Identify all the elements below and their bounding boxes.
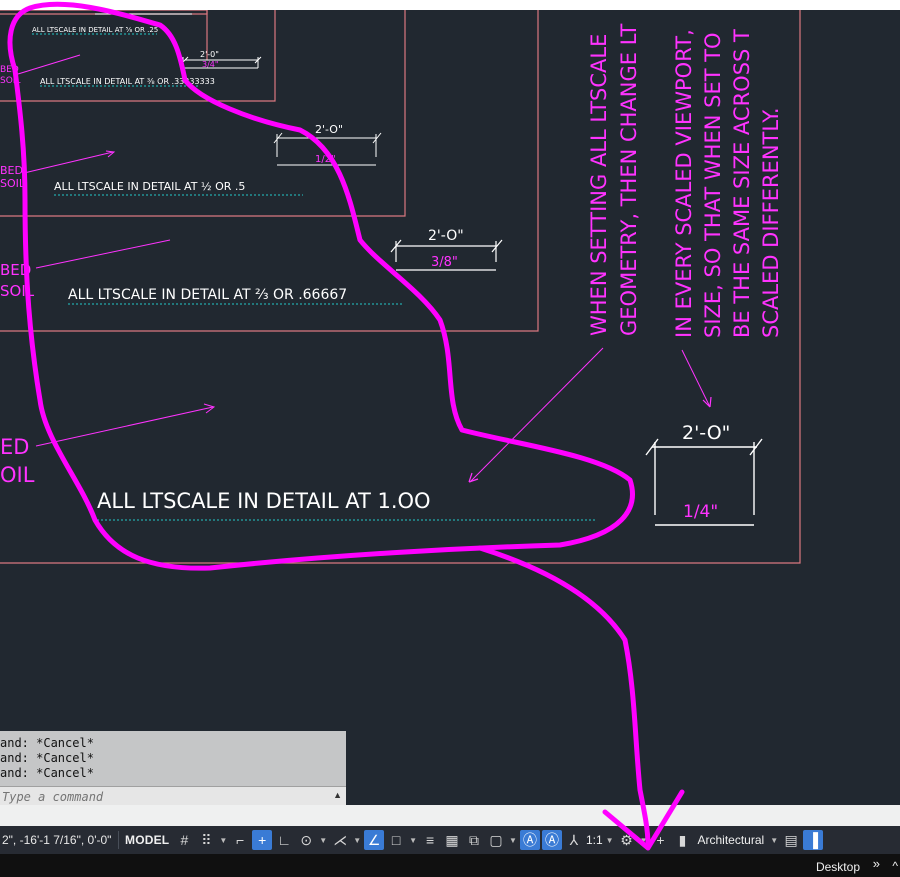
note-2-line-3: BE THE SAME SIZE ACROSS T (730, 29, 754, 338)
command-history: and: *Cancel* and: *Cancel* and: *Cancel… (0, 731, 346, 786)
isodraft-icon[interactable]: ⋌ (330, 830, 350, 850)
dim-2-bottom: 1/2" (315, 154, 336, 165)
units-dropdown-icon[interactable]: ▼ (770, 836, 778, 845)
leader-4 (35, 406, 214, 447)
object-snap-icon[interactable]: □ (386, 830, 406, 850)
note-2-line-2: SIZE, SO THAT WHEN SET TO (701, 32, 725, 338)
command-input[interactable] (0, 787, 324, 807)
left-label-2-l2: SOIL (0, 177, 26, 190)
polar-icon[interactable]: ⊙ (296, 830, 316, 850)
ortho-icon[interactable]: ∟ (274, 830, 294, 850)
expand-chevron-icon[interactable]: » (873, 856, 880, 871)
left-label-4-l2: OIL (0, 463, 35, 487)
dim-3-bottom: 3/8" (431, 255, 458, 270)
dim-4-bottom: 1/4" (683, 502, 718, 522)
note-1: WHEN SETTING ALL LTSCALE GEOMETRY, THEN … (587, 23, 641, 336)
leader-1 (17, 54, 81, 75)
dim-3-top: 2'-O" (428, 228, 464, 244)
command-history-line: and: *Cancel* (0, 766, 94, 780)
leader-2 (23, 151, 114, 174)
command-history-line: and: *Cancel* (0, 751, 94, 765)
auto-scale-icon[interactable]: Ⓐ (541, 830, 562, 850)
annotation-visibility-icon[interactable]: Ⓐ (519, 830, 540, 850)
grid-icon[interactable]: # (174, 830, 194, 850)
quick-properties-icon[interactable]: ▤ (781, 830, 801, 850)
model-space-button[interactable]: MODEL (121, 833, 173, 847)
note-2-line-1: IN EVERY SCALED VIEWPORT, (672, 29, 696, 338)
snap-dropdown-icon[interactable]: ▼ (219, 836, 227, 845)
annotation-scale-icon[interactable]: ⅄ (564, 830, 584, 850)
left-label-2-l1: BED (0, 164, 23, 177)
viewport-frame-5 (0, 10, 539, 332)
annotation-scale-dropdown-icon[interactable]: ▼ (606, 836, 614, 845)
annotation-scale-value[interactable]: 1:1 (585, 833, 604, 847)
left-label-4-l1: ED (0, 435, 29, 459)
left-label-1-l2: SOIL (0, 76, 20, 86)
annotation-monitor-icon[interactable]: + (650, 830, 670, 850)
status-bar: 2", -16'-1 7/16", 0'-0" MODEL # ⠿ ▼ ⌐ + … (0, 826, 900, 854)
detail-label-5: ALL LTSCALE IN DETAIL AT 1.OO (97, 489, 431, 513)
dim-1-top: 2'-0" (200, 50, 219, 59)
command-history-line: and: *Cancel* (0, 736, 94, 750)
units-icon[interactable]: ▮ (672, 830, 692, 850)
coordinates-readout[interactable]: 2", -16'-1 7/16", 0'-0" (0, 833, 116, 847)
3d-osnap-dropdown-icon[interactable]: ▼ (509, 836, 517, 845)
dim-4-top: 2'-O" (682, 422, 730, 444)
left-label-3-l1: BED (0, 261, 31, 279)
viewport-frame-3 (0, 10, 276, 102)
note-2-line-4: SCALED DIFFERENTLY. (759, 107, 783, 338)
isodraft-dropdown-icon[interactable]: ▼ (353, 836, 361, 845)
note-2-leader (681, 349, 711, 408)
infer-icon[interactable]: ⌐ (230, 830, 250, 850)
left-label-3-l2: SOIL (0, 282, 35, 300)
drawing-canvas[interactable]: ALL LTSCALE IN DETAIL AT ⅝ OR .25 2'-0" … (0, 10, 900, 805)
window-top-edge (0, 0, 900, 10)
workspace-gear-icon[interactable]: ⚙ (617, 830, 637, 850)
divider (118, 831, 119, 849)
lineweight-icon[interactable]: ≡ (420, 830, 440, 850)
leader-3 (35, 239, 171, 269)
detail-label-4: ALL LTSCALE IN DETAIL AT ⅔ OR .66667 (68, 287, 347, 303)
detail-label-3: ALL LTSCALE IN DETAIL AT ½ OR .5 (54, 180, 245, 193)
detail-label-1: ALL LTSCALE IN DETAIL AT ⅝ OR .25 (32, 26, 158, 34)
windows-taskbar: Desktop » ^ (0, 854, 900, 877)
dim-2-top: 2'-O" (315, 123, 343, 136)
note-1-leader (469, 347, 604, 483)
cad-drawing: ALL LTSCALE IN DETAIL AT ⅝ OR .25 2'-0" … (0, 10, 801, 564)
snap-cursor-icon[interactable]: + (252, 830, 273, 850)
dim-1-bottom: 3/4" (202, 60, 219, 69)
3d-osnap-icon[interactable]: ▢ (486, 830, 506, 850)
left-label-1-l1: BED (0, 65, 19, 75)
object-snap-dropdown-icon[interactable]: ▼ (409, 836, 417, 845)
command-history-arrow-icon[interactable]: ▲ (333, 790, 342, 800)
workspace-dropdown-icon[interactable]: ▼ (640, 836, 648, 845)
command-window: and: *Cancel* and: *Cancel* and: *Cancel… (0, 731, 346, 807)
transparency-icon[interactable]: ▦ (442, 830, 462, 850)
layout-tabs-strip (0, 805, 900, 826)
polar-dropdown-icon[interactable]: ▼ (319, 836, 327, 845)
viewport-frame-top (0, 10, 208, 15)
detail-label-2: ALL LTSCALE IN DETAIL AT ⅜ OR .33333333 (40, 77, 215, 86)
osnap-tracking-icon[interactable]: ∠ (364, 830, 385, 850)
note-1-line-1: WHEN SETTING ALL LTSCALE (587, 34, 611, 336)
selection-cycling-icon[interactable]: ⧉ (464, 830, 484, 850)
desktop-toolbar-label[interactable]: Desktop (816, 860, 860, 874)
customization-icon[interactable]: ▐ (803, 830, 824, 850)
note-1-line-2: GEOMETRY, THEN CHANGE LT (617, 23, 641, 336)
dimension-1 (181, 56, 262, 69)
note-2: IN EVERY SCALED VIEWPORT, SIZE, SO THAT … (672, 29, 783, 338)
tray-chevron-icon[interactable]: ^ (892, 859, 898, 873)
snap-icon[interactable]: ⠿ (196, 830, 216, 850)
command-input-box: ▲ (0, 786, 346, 807)
units-value[interactable]: Architectural (693, 833, 768, 847)
